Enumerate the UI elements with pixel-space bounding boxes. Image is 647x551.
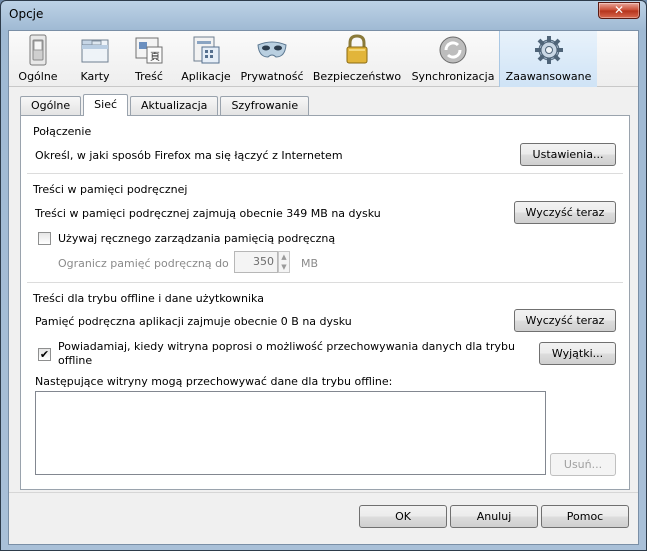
cache-limit-spinner[interactable]: ▲ ▼ [278,251,290,273]
pane-general-label: Ogólne [18,70,58,83]
separator [27,173,623,174]
privacy-mask-icon [257,41,287,58]
cache-override-checkbox[interactable] [38,232,51,245]
svg-text:頁: 頁 [150,51,160,63]
padlock-icon [346,34,368,64]
pane-applications-label: Aplikacje [181,70,231,83]
pane-general[interactable]: Ogólne [9,31,67,87]
offline-notify-label-line2: offline [58,354,93,367]
close-button[interactable]: ✕ [598,2,640,19]
ok-button[interactable]: OK [359,505,447,528]
separator [27,282,623,283]
offline-remove-button[interactable]: Usuń... [550,453,616,476]
offline-clear-button[interactable]: Wyczyść teraz [514,309,616,332]
cancel-button[interactable]: Anuluj [450,505,538,528]
footer-separator [9,492,638,493]
content-document-icon: 頁 [135,37,163,64]
cache-override-label: Używaj ręcznego zarządzania pamięcią pod… [58,232,336,245]
offline-usage-text: Pamięć podręczna aplikacji zajmuje obecn… [35,315,352,328]
gear-icon [534,36,563,64]
tab-general[interactable]: Ogólne [20,96,82,116]
tab-encryption[interactable]: Szyfrowanie [220,96,310,116]
cache-limit-unit: MB [301,257,319,270]
title-bar[interactable]: Opcje ✕ [1,1,646,29]
applications-icon [193,36,220,64]
pane-applications[interactable]: Aplikacje [175,31,237,87]
cache-usage-text: Treści w pamięci podręcznej zajmują obec… [35,207,381,220]
pane-tabs[interactable]: Karty [67,31,123,87]
light-switch-icon [29,34,47,66]
sync-icon [439,36,467,64]
offline-sites-list[interactable] [35,391,546,475]
pane-security-label: Bezpieczeństwo [312,70,402,83]
connection-heading: Połączenie [33,125,92,138]
offline-sites-label: Następujące witryny mogą przechowywać da… [35,375,393,388]
pane-security[interactable]: Bezpieczeństwo [307,31,407,87]
preferences-toolbar: Ogólne Karty 頁 Treść Aplikacje Prywatnoś… [9,31,638,87]
pane-sync[interactable]: Synchronizacja [407,31,499,87]
network-panel: Połączenie Określ, w jaki sposób Firefox… [20,115,630,490]
cache-limit-input[interactable]: 350 [234,251,278,273]
spin-up-icon[interactable]: ▲ [279,252,289,262]
window-title: Opcje [9,7,44,21]
tab-update[interactable]: Aktualizacja [130,96,219,116]
offline-heading: Treści dla trybu offline i dane użytkown… [33,292,264,305]
pane-tabs-label: Karty [80,70,110,83]
pane-privacy[interactable]: Prywatność [237,31,307,87]
pane-advanced[interactable]: Zaawansowane [499,31,597,87]
cache-clear-button[interactable]: Wyczyść teraz [514,201,616,224]
connection-description: Określ, w jaki sposób Firefox ma się łąc… [35,149,343,162]
cache-limit-label: Ogranicz pamięć podręczną do [58,257,229,270]
offline-notify-checkbox[interactable]: ✔ [38,348,51,361]
tabs-window-icon [81,39,109,63]
dialog-client-area: Ogólne Karty 頁 Treść Aplikacje Prywatnoś… [8,30,639,545]
pane-content[interactable]: 頁 Treść [123,31,175,87]
tab-network[interactable]: Sieć [83,94,129,116]
cache-heading: Treści w pamięci podręcznej [33,183,188,196]
connection-settings-button[interactable]: Ustawienia... [520,143,616,166]
offline-notify-label-line1: Powiadamiaj, kiedy witryna poprosi o moż… [58,340,515,353]
pane-sync-label: Synchronizacja [411,70,495,83]
options-window: Opcje ✕ Ogólne Karty 頁 Treść Aplikacje P… [0,0,647,551]
pane-advanced-label: Zaawansowane [505,70,592,83]
spin-down-icon[interactable]: ▼ [279,262,289,272]
advanced-subtabs: Ogólne Sieć Aktualizacja Szyfrowanie [20,94,311,116]
help-button[interactable]: Pomoc [541,505,629,528]
pane-privacy-label: Prywatność [240,70,304,83]
offline-exceptions-button[interactable]: Wyjątki... [539,342,616,365]
pane-content-label: Treść [135,70,163,83]
